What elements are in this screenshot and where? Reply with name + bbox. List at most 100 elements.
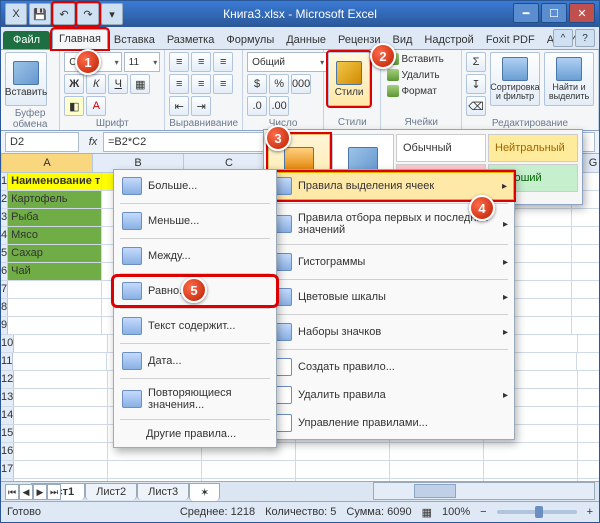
sort-filter-button[interactable]: Сортировка и фильтр [490, 52, 540, 106]
format-cells-button[interactable]: Формат [385, 84, 457, 98]
cell[interactable] [578, 335, 599, 352]
row-header[interactable]: 7 [1, 281, 8, 298]
dec-decimal-icon[interactable]: .00 [269, 96, 289, 116]
comma-icon[interactable]: 000 [291, 74, 311, 94]
indent-decrease-icon[interactable]: ⇤ [169, 96, 189, 116]
cell[interactable] [572, 299, 599, 316]
sheet-nav-last-icon[interactable]: ⏭ [47, 484, 61, 500]
inc-decimal-icon[interactable]: .0 [247, 96, 267, 116]
tab-data[interactable]: Данные [280, 31, 332, 49]
text-contains-item[interactable]: Текст содержит... [114, 312, 276, 340]
indent-increase-icon[interactable]: ⇥ [191, 96, 211, 116]
row-header[interactable]: 6 [1, 263, 8, 280]
manage-rules-item[interactable]: Управление правилами... [264, 409, 514, 437]
align-left-icon[interactable]: ≡ [169, 74, 189, 94]
row-header[interactable]: 1 [1, 173, 8, 190]
cell[interactable]: Мясо [8, 227, 102, 244]
cell[interactable] [202, 461, 296, 478]
clear-icon[interactable]: ⌫ [466, 96, 486, 116]
percent-icon[interactable]: % [269, 74, 289, 94]
horizontal-scrollbar[interactable] [373, 482, 595, 500]
italic-button[interactable]: К [86, 74, 106, 94]
zoom-slider[interactable] [497, 510, 577, 514]
cell[interactable] [390, 461, 484, 478]
duplicate-values-item[interactable]: Повторяющиеся значения... [114, 382, 276, 416]
table-row[interactable]: 16 [1, 443, 599, 461]
color-scales-item[interactable]: Цветовые шкалы▸ [264, 283, 514, 311]
row-header[interactable]: 17 [1, 461, 14, 478]
zoom-in-button[interactable]: + [587, 506, 593, 518]
save-icon[interactable]: 💾 [29, 3, 51, 25]
between-item[interactable]: Между... [114, 242, 276, 270]
currency-icon[interactable]: $ [247, 74, 267, 94]
new-rule-item[interactable]: Создать правило... [264, 353, 514, 381]
autosum-icon[interactable]: Σ [466, 52, 486, 72]
underline-button[interactable]: Ч [108, 74, 128, 94]
row-header[interactable]: 2 [1, 191, 8, 208]
tab-layout[interactable]: Разметка [161, 31, 221, 49]
new-sheet-button[interactable]: ✶ [189, 483, 220, 501]
align-bottom-icon[interactable]: ≡ [213, 52, 233, 72]
cell[interactable] [578, 443, 599, 460]
row-header[interactable]: 15 [1, 425, 14, 442]
cell[interactable] [14, 425, 108, 442]
cell[interactable] [296, 461, 390, 478]
row-header[interactable]: 8 [1, 299, 8, 316]
row-header[interactable]: 12 [1, 371, 14, 388]
tab-foxit[interactable]: Foxit PDF [480, 31, 541, 49]
align-top-icon[interactable]: ≡ [169, 52, 189, 72]
less-than-item[interactable]: Меньше... [114, 207, 276, 235]
cell[interactable] [14, 335, 108, 352]
cell[interactable]: Картофель [8, 191, 102, 208]
file-tab[interactable]: Файл [3, 31, 50, 49]
cell[interactable] [108, 461, 202, 478]
font-color-button[interactable]: A [86, 96, 106, 116]
greater-than-item[interactable]: Больше... [114, 172, 276, 200]
sheet-nav-prev-icon[interactable]: ◀ [19, 484, 33, 500]
qat-dropdown-icon[interactable]: ▾ [101, 3, 123, 25]
col-header-a[interactable]: A [2, 154, 93, 172]
sheet-tab-3[interactable]: Лист3 [137, 483, 189, 500]
cell[interactable] [572, 245, 599, 262]
font-size-combo[interactable]: 11 [124, 52, 161, 72]
name-box[interactable]: D2 [5, 132, 79, 152]
cell[interactable] [572, 281, 599, 298]
cell[interactable] [577, 353, 599, 370]
minimize-ribbon-icon[interactable]: ^ [553, 29, 573, 47]
view-normal-icon[interactable]: ▦ [422, 506, 432, 519]
cell[interactable] [578, 425, 599, 442]
cell[interactable] [484, 443, 578, 460]
cell[interactable] [572, 209, 599, 226]
help-icon[interactable]: ? [575, 29, 595, 47]
row-header[interactable]: 10 [1, 335, 14, 352]
icon-sets-item[interactable]: Наборы значков▸ [264, 318, 514, 346]
sheet-nav-next-icon[interactable]: ▶ [33, 484, 47, 500]
align-center-icon[interactable]: ≡ [191, 74, 211, 94]
zoom-out-button[interactable]: − [480, 506, 486, 518]
row-header[interactable]: 5 [1, 245, 8, 262]
align-right-icon[interactable]: ≡ [213, 74, 233, 94]
clear-rules-item[interactable]: Удалить правила▸ [264, 381, 514, 409]
redo-icon[interactable]: ↷ [77, 3, 99, 25]
delete-cells-button[interactable]: Удалить [385, 68, 457, 82]
excel-icon[interactable]: X [5, 3, 27, 25]
cell[interactable] [13, 353, 107, 370]
minimize-button[interactable]: ━ [513, 3, 539, 23]
style-normal[interactable]: Обычный [396, 134, 486, 162]
scrollbar-thumb[interactable] [414, 484, 456, 498]
cell[interactable] [14, 461, 108, 478]
cell[interactable] [14, 389, 108, 406]
data-bars-item[interactable]: Гистограммы▸ [264, 248, 514, 276]
cell[interactable] [484, 461, 578, 478]
row-header[interactable]: 14 [1, 407, 14, 424]
cell[interactable] [296, 443, 390, 460]
maximize-button[interactable]: ☐ [541, 3, 567, 23]
row-header[interactable]: 16 [1, 443, 14, 460]
tab-insert[interactable]: Вставка [108, 31, 161, 49]
bold-button[interactable]: Ж [64, 74, 84, 94]
undo-icon[interactable]: ↶ [53, 3, 75, 25]
row-header[interactable]: 9 [1, 317, 8, 334]
date-occurring-item[interactable]: Дата... [114, 347, 276, 375]
styles-button[interactable]: Стили [328, 52, 370, 106]
sheet-nav-first-icon[interactable]: ⏮ [5, 484, 19, 500]
